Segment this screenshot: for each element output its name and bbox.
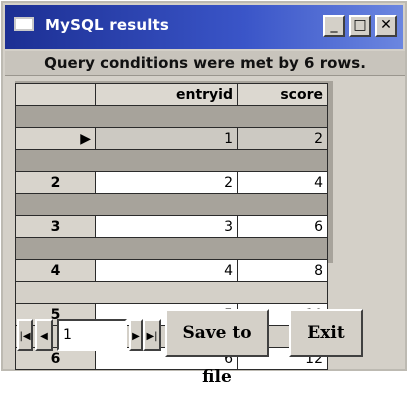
close-icon: ✕ [380,17,392,33]
row-number[interactable]: 4 [15,259,96,282]
title-bar[interactable]: MySQL results _ □ ✕ [5,5,403,49]
row-indicator-icon[interactable]: ▶ [15,127,96,150]
last-record-button[interactable]: ▶| [143,319,161,351]
column-header-entryid[interactable]: entryid [95,83,238,106]
status-message: Query conditions were met by 6 rows. [5,51,405,76]
table-row[interactable]: 3 3 6 [15,215,328,238]
maximize-button[interactable]: □ [349,15,371,37]
first-record-icon: |◀ [19,331,31,342]
row-header-corner[interactable] [15,83,96,106]
minimize-icon: _ [330,17,338,33]
cell-score[interactable]: 2 [237,127,328,150]
cell-score[interactable]: 6 [237,215,328,238]
previous-record-button[interactable]: ◀ [35,319,53,351]
exit-button[interactable]: Exit [289,309,363,357]
app-icon [14,17,34,31]
cell-entryid[interactable]: 1 [95,127,238,150]
close-button[interactable]: ✕ [375,15,397,37]
cell-entryid[interactable]: 2 [95,171,238,194]
table-row[interactable]: 4 4 8 [15,259,328,282]
record-navigator: |◀ ◀ 1 ▶ ▶| [17,317,161,353]
table-row[interactable]: ▶ 1 2 [15,127,328,150]
column-header-score[interactable]: score [237,83,328,106]
cell-score[interactable]: 8 [237,259,328,282]
next-record-button[interactable]: ▶ [129,319,143,351]
results-grid[interactable]: entryid score ▶ 1 2 2 2 4 3 3 6 4 4 8 5 … [15,81,333,370]
header-row: entryid score [15,83,328,106]
row-number[interactable]: 3 [15,215,96,238]
record-number-field[interactable]: 1 [57,319,127,351]
maximize-icon: □ [353,17,367,33]
table-row[interactable]: 2 2 4 [15,171,328,194]
minimize-button[interactable]: _ [323,15,345,37]
window-title: MySQL results [45,16,170,34]
mysql-results-window: MySQL results _ □ ✕ Query conditions wer… [1,1,407,387]
cell-entryid[interactable]: 3 [95,215,238,238]
cell-entryid[interactable]: 4 [95,259,238,282]
first-record-button[interactable]: |◀ [17,319,33,351]
last-record-icon: ▶| [146,331,158,342]
row-number[interactable]: 2 [15,171,96,194]
previous-record-icon: ◀ [40,331,48,342]
cell-score[interactable]: 4 [237,171,328,194]
next-record-icon: ▶ [132,331,140,342]
save-to-file-button[interactable]: Save to file [165,309,269,387]
